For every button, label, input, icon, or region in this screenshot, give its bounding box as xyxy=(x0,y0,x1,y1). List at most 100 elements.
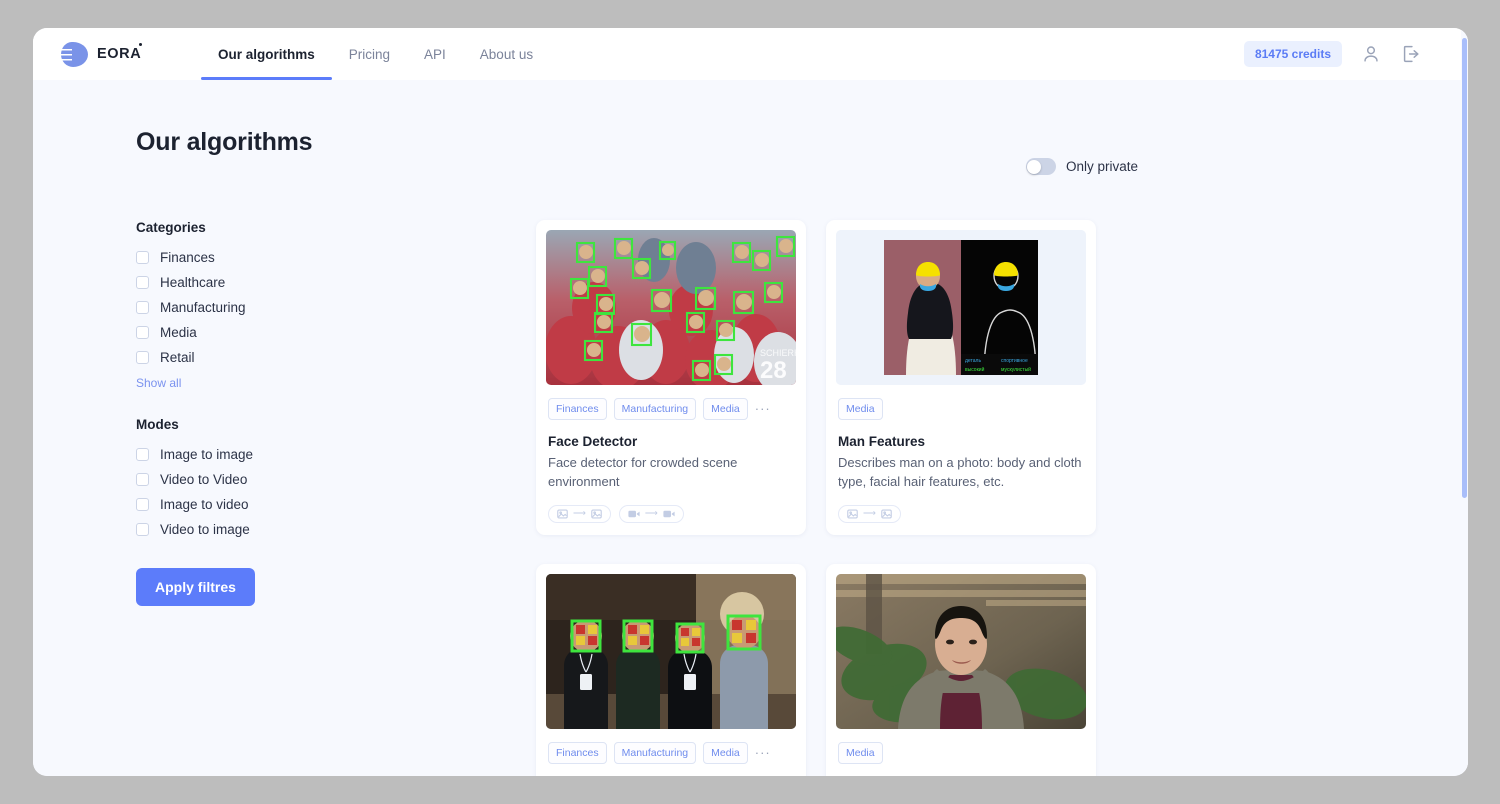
mode-chip-image-to-image: ⟶ xyxy=(838,504,901,523)
nav-item-pricing[interactable]: Pricing xyxy=(332,28,407,80)
checkbox-icon[interactable] xyxy=(136,473,149,486)
header-actions: 81475 credits xyxy=(1243,41,1468,67)
main-navigation: Our algorithms Pricing API About us xyxy=(201,28,550,80)
category-label: Finances xyxy=(160,250,215,265)
categories-heading: Categories xyxy=(136,220,206,235)
card-tags: Finances Manufacturing Media ··· xyxy=(548,741,796,764)
category-label: Healthcare xyxy=(160,275,226,290)
card-title: Face Detector xyxy=(548,434,638,449)
apply-filters-button[interactable]: Apply filtres xyxy=(136,568,255,606)
page-scrollbar-thumb[interactable] xyxy=(1462,38,1467,498)
mode-checkbox-image-to-image[interactable]: Image to image xyxy=(136,442,416,467)
card-tag[interactable]: Finances xyxy=(548,398,607,420)
arrow-right-icon: ⟶ xyxy=(573,508,586,519)
card-thumbnail xyxy=(836,573,1086,729)
category-label: Manufacturing xyxy=(160,300,246,315)
checkbox-icon[interactable] xyxy=(136,351,149,364)
mode-checkbox-video-to-image[interactable]: Video to image xyxy=(136,517,416,542)
card-description: Describes man on a photo: body and cloth… xyxy=(838,455,1082,489)
checkbox-icon[interactable] xyxy=(136,448,149,461)
user-icon[interactable] xyxy=(1360,43,1382,65)
mode-label: Image to video xyxy=(160,497,249,512)
algorithms-grid: SCHIERHI 28 Finances Manufacturing Media… xyxy=(536,220,1116,776)
card-tag[interactable]: Media xyxy=(703,741,748,764)
page-scrollbar-track[interactable] xyxy=(1461,28,1468,776)
filters-sidebar: Categories Finances Healthcare Manufactu… xyxy=(136,220,416,606)
toggle-knob xyxy=(1027,159,1042,174)
credits-badge[interactable]: 81475 credits xyxy=(1243,41,1342,67)
svg-text:28: 28 xyxy=(760,357,787,384)
svg-text:спортивное: спортивное xyxy=(1001,358,1028,364)
card-thumbnail xyxy=(546,573,796,729)
checkbox-icon[interactable] xyxy=(136,498,149,511)
checkbox-icon[interactable] xyxy=(136,251,149,264)
more-tags-icon[interactable]: ··· xyxy=(755,402,771,415)
nav-label: Pricing xyxy=(348,46,391,62)
card-thumbnail: SCHIERHI 28 xyxy=(546,230,796,385)
card-thumbnail: деталь высокий спортивное мускулистый xyxy=(836,230,1086,385)
mode-label: Image to image xyxy=(160,447,254,462)
group-photo-faces-detected-image xyxy=(546,573,796,729)
only-private-row: Only private xyxy=(1025,158,1138,175)
only-private-label: Only private xyxy=(1065,159,1138,174)
nav-item-api[interactable]: API xyxy=(407,28,463,80)
modes-heading: Modes xyxy=(136,417,179,432)
category-checkbox-media[interactable]: Media xyxy=(136,320,416,345)
card-modes: ⟶ xyxy=(838,504,1086,523)
svg-text:высокий: высокий xyxy=(965,366,985,373)
nav-item-about-us[interactable]: About us xyxy=(463,28,550,80)
checkbox-icon[interactable] xyxy=(136,301,149,314)
algorithm-card-face-recognition[interactable]: Finances Manufacturing Media ··· Face Re… xyxy=(536,563,806,776)
card-tag[interactable]: Manufacturing xyxy=(613,741,697,764)
card-tags: Media xyxy=(838,741,1086,764)
image-icon xyxy=(557,509,568,519)
image-icon xyxy=(591,509,602,519)
eora-logo-icon xyxy=(61,41,88,67)
card-tag[interactable]: Finances xyxy=(548,741,607,764)
page-title: Our algorithms xyxy=(136,128,313,156)
card-title: Man Features xyxy=(838,434,926,449)
category-label: Retail xyxy=(160,350,195,365)
checkbox-icon[interactable] xyxy=(136,276,149,289)
svg-text:деталь: деталь xyxy=(965,358,981,364)
browser-window: EORA Our algorithms Pricing API About us xyxy=(33,28,1468,776)
brand-logo[interactable]: EORA xyxy=(61,41,201,67)
video-icon xyxy=(628,510,640,517)
crowd-faces-detected-image: SCHIERHI 28 xyxy=(546,230,796,385)
mode-checkbox-image-to-video[interactable]: Image to video xyxy=(136,492,416,517)
category-checkbox-healthcare[interactable]: Healthcare xyxy=(136,270,416,295)
app-header: EORA Our algorithms Pricing API About us xyxy=(33,28,1468,80)
video-icon xyxy=(663,510,675,517)
nav-item-our-algorithms[interactable]: Our algorithms xyxy=(201,28,332,80)
category-checkbox-retail[interactable]: Retail xyxy=(136,345,416,370)
nav-label: About us xyxy=(479,46,534,62)
card-tag[interactable]: Manufacturing xyxy=(613,398,697,420)
mode-checkbox-video-to-video[interactable]: Video to Video xyxy=(136,467,416,492)
image-icon xyxy=(847,509,858,519)
modes-filter-group: Modes Image to image Video to Video Imag… xyxy=(136,417,416,542)
nav-label: Our algorithms xyxy=(218,46,315,62)
checkbox-icon[interactable] xyxy=(136,523,149,536)
checkbox-icon[interactable] xyxy=(136,326,149,339)
page-content: Our algorithms Only private Categories F… xyxy=(33,80,1468,776)
logout-icon[interactable] xyxy=(1400,43,1422,65)
algorithm-card-face-detector[interactable]: SCHIERHI 28 Finances Manufacturing Media… xyxy=(536,220,806,535)
only-private-toggle[interactable] xyxy=(1025,158,1056,175)
card-tag[interactable]: Media xyxy=(838,741,883,764)
more-tags-icon[interactable]: ··· xyxy=(755,746,771,759)
algorithm-card-man-features[interactable]: деталь высокий спортивное мускулистый Me… xyxy=(826,220,1096,535)
mode-chip-video-to-video: ⟶ xyxy=(618,504,684,523)
category-checkbox-manufacturing[interactable]: Manufacturing xyxy=(136,295,416,320)
card-tag[interactable]: Media xyxy=(703,398,748,420)
man-features-silhouette-image: деталь высокий спортивное мускулистый xyxy=(836,230,1086,385)
svg-text:мускулистый: мускулистый xyxy=(1001,366,1031,373)
card-modes: ⟶ ⟶ xyxy=(548,504,796,523)
mode-label: Video to image xyxy=(160,522,250,537)
card-tag[interactable]: Media xyxy=(838,398,883,420)
category-checkbox-finances[interactable]: Finances xyxy=(136,245,416,270)
arrow-right-icon: ⟶ xyxy=(863,508,876,519)
logo-accent-dot-icon xyxy=(139,43,143,46)
show-all-link[interactable]: Show all xyxy=(136,376,416,390)
category-label: Media xyxy=(160,325,197,340)
algorithm-card-bokeh[interactable]: Media Bokeh Applies bokeh effect to peop… xyxy=(826,563,1096,776)
